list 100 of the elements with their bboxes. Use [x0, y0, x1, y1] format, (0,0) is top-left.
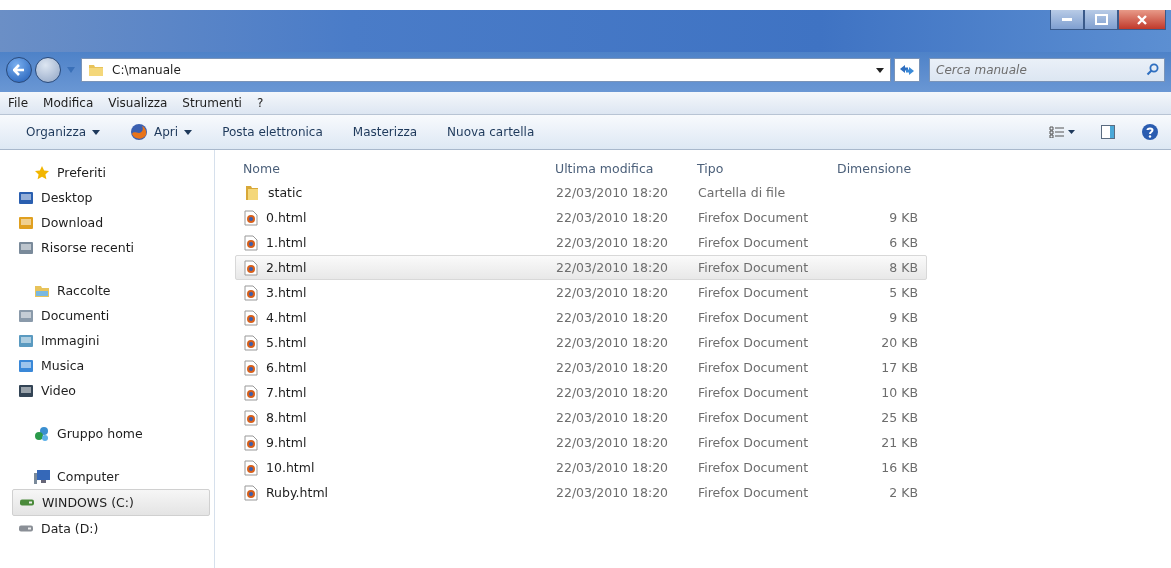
address-field[interactable]: C:\manuale: [81, 58, 891, 82]
table-cell: 21 KB: [881, 435, 918, 450]
table-cell: 9 KB: [889, 210, 918, 225]
table-cell-text: 22/03/2010 18:20: [555, 385, 670, 400]
table-cell-text: 22/03/2010 18:20: [555, 460, 670, 475]
file-name: Ruby.html: [266, 485, 329, 500]
caret-icon: [92, 129, 101, 135]
toolbar-button[interactable]: Organizza: [14, 121, 113, 143]
document-icon: [244, 384, 258, 401]
table-cell-text: 22/03/2010 18:20: [555, 485, 670, 500]
file-row[interactable]: 7.html 22/03/2010 18:20 Firefox Document 10 KB: [235, 380, 927, 405]
table-cell-text: 22/03/2010 18:20: [555, 285, 670, 300]
table-cell-text: Firefox Document: [697, 460, 810, 475]
table-cell-text: Firefox Document: [697, 485, 810, 500]
file-row[interactable]: 3.html 22/03/2010 18:20 Firefox Document 5 KB: [235, 280, 927, 305]
document-icon: [244, 459, 258, 476]
sidebar-item[interactable]: WINDOWS (C:): [12, 489, 210, 516]
file-row[interactable]: 9.html 22/03/2010 18:20 Firefox Document 21 KB: [235, 430, 927, 455]
file-row[interactable]: 6.html 22/03/2010 18:20 Firefox Document 17 KB: [235, 355, 927, 380]
sidebar-item[interactable]: Risorse recenti: [12, 235, 210, 260]
toolbar-button[interactable]: Posta elettronica: [210, 121, 335, 143]
menu-item[interactable]: Modifica: [43, 96, 94, 110]
table-cell: 10 KB: [881, 385, 918, 400]
column-header[interactable]: Ultima modifica: [547, 160, 689, 176]
toolbar-button[interactable]: Apri: [118, 119, 205, 145]
file-name: 6.html: [266, 360, 307, 375]
table-cell-text: Firefox Document: [697, 260, 810, 275]
table-cell: 2 KB: [889, 485, 918, 500]
sidebar-item[interactable]: Raccolte: [28, 278, 210, 303]
table-cell-text: Firefox Document: [697, 360, 810, 375]
menu-item[interactable]: ?: [256, 96, 264, 110]
table-cell: 9 KB: [889, 310, 918, 325]
file-name: static: [268, 185, 303, 200]
menu-item[interactable]: Visualizza: [108, 96, 168, 110]
document-icon: [244, 409, 258, 426]
folder-icon: [88, 62, 104, 78]
search-field[interactable]: Cerca manuale: [929, 58, 1165, 82]
file-row[interactable]: 10.html 22/03/2010 18:20 Firefox Document 16 KB: [235, 455, 927, 480]
location-icon: [18, 358, 34, 373]
sidebar-item[interactable]: Computer: [28, 464, 210, 489]
help-icon: [1141, 123, 1159, 141]
close-button[interactable]: [1118, 10, 1166, 30]
file-name: 2.html: [266, 260, 307, 275]
file-row[interactable]: 5.html 22/03/2010 18:20 Firefox Document 20 KB: [235, 330, 927, 355]
location-icon: [18, 240, 34, 255]
document-icon: [244, 484, 258, 501]
forward-button[interactable]: [35, 57, 61, 83]
file-row[interactable]: 8.html 22/03/2010 18:20 Firefox Document 25 KB: [235, 405, 927, 430]
column-header[interactable]: Nome: [235, 160, 547, 176]
table-cell-text: Firefox Document: [697, 310, 810, 325]
file-row[interactable]: static 22/03/2010 18:20 Cartella di file: [235, 180, 927, 205]
table-cell-text: Firefox Document: [697, 410, 810, 425]
sidebar-item[interactable]: Video: [12, 378, 210, 403]
sidebar-item[interactable]: Download: [12, 210, 210, 235]
table-cell-text: 22/03/2010 18:20: [555, 310, 670, 325]
file-row[interactable]: Ruby.html 22/03/2010 18:20 Firefox Document 2 KB: [235, 480, 927, 505]
location-icon: [18, 308, 34, 323]
location-icon: [18, 333, 34, 348]
file-row[interactable]: 0.html 22/03/2010 18:20 Firefox Document 9 KB: [235, 205, 927, 230]
file-row[interactable]: 4.html 22/03/2010 18:20 Firefox Document 9 KB: [235, 305, 927, 330]
caret-icon: [184, 129, 193, 135]
file-row[interactable]: 2.html 22/03/2010 18:20 Firefox Document 8 KB: [235, 255, 927, 280]
table-cell-text: 22/03/2010 18:20: [555, 185, 670, 200]
sidebar-item[interactable]: Desktop: [12, 185, 210, 210]
library-icon: [34, 283, 50, 298]
document-icon: [244, 434, 258, 451]
sidebar-item[interactable]: Gruppo home: [28, 421, 210, 446]
file-row[interactable]: 1.html 22/03/2010 18:20 Firefox Document 6 KB: [235, 230, 927, 255]
minimize-button[interactable]: [1050, 10, 1084, 30]
table-cell-text: Firefox Document: [697, 210, 810, 225]
list-view-icon: [1049, 126, 1075, 138]
document-icon: [244, 209, 258, 226]
menu-item[interactable]: File: [8, 96, 29, 110]
toolbar-button[interactable]: Masterizza: [340, 121, 430, 143]
refresh-button[interactable]: [894, 58, 920, 82]
file-name: 10.html: [266, 460, 315, 475]
column-header[interactable]: Tipo: [689, 160, 829, 176]
sidebar-item[interactable]: Documenti: [12, 303, 210, 328]
column-header[interactable]: Dimensione: [829, 160, 925, 176]
table-cell: 6 KB: [889, 235, 918, 250]
sidebar-item[interactable]: Musica: [12, 353, 210, 378]
caret-icon[interactable]: [876, 67, 884, 73]
document-icon: [244, 309, 258, 326]
table-cell: 8 KB: [889, 260, 918, 275]
document-icon: [244, 359, 258, 376]
document-icon: [244, 284, 258, 301]
sidebar-item[interactable]: Data (D:): [12, 516, 210, 541]
toolbar-button[interactable]: Nuova cartella: [435, 121, 547, 143]
refresh-arrows-icon: [900, 65, 914, 75]
file-name: 4.html: [266, 310, 307, 325]
back-button[interactable]: [6, 57, 32, 83]
sidebar-item[interactable]: Immagini: [12, 328, 210, 353]
menu-item[interactable]: Strumenti: [182, 96, 242, 110]
table-cell: 5 KB: [889, 285, 918, 300]
location-icon: [18, 383, 34, 398]
sidebar-item[interactable]: Preferiti: [28, 160, 210, 185]
file-name: 8.html: [266, 410, 307, 425]
maximize-button[interactable]: [1084, 10, 1118, 30]
table-cell-text: Cartella di file: [697, 185, 787, 200]
table-cell-text: Firefox Document: [697, 385, 810, 400]
